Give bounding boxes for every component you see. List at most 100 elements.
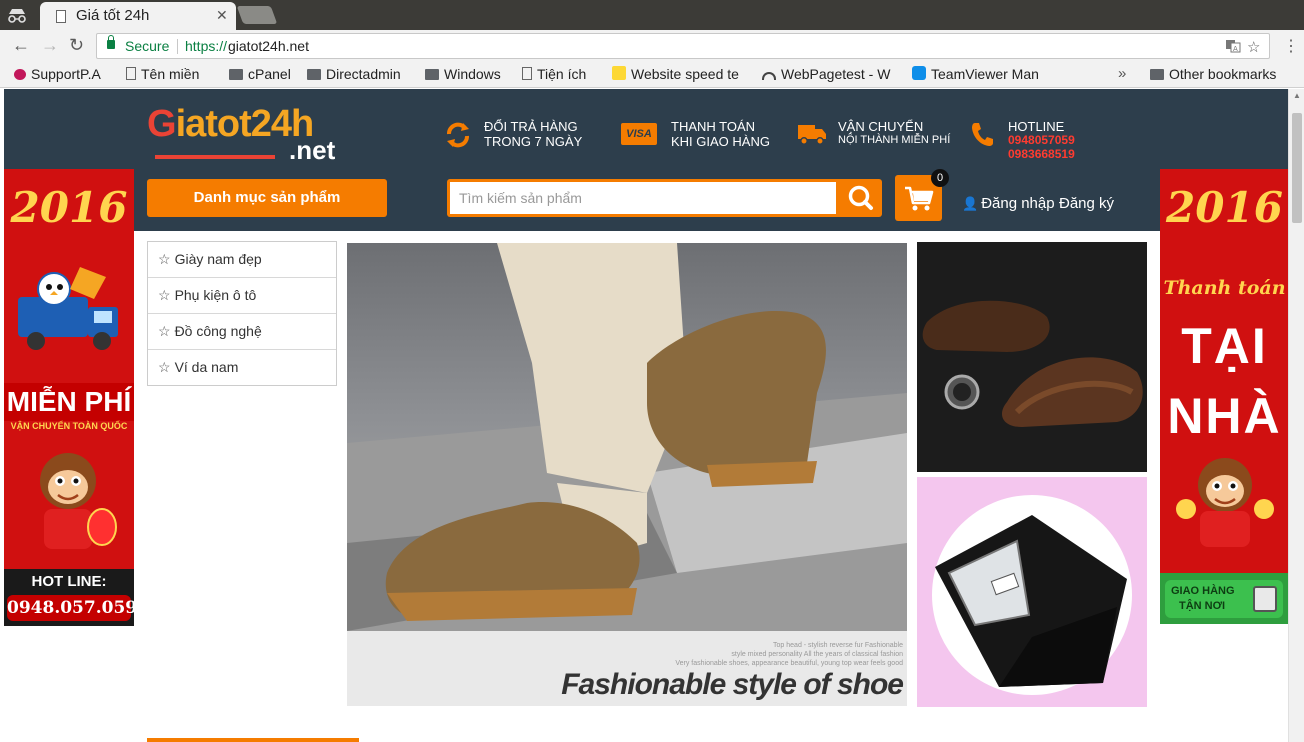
- phone-icon: [970, 121, 1000, 147]
- menu-icon[interactable]: ⋮: [1283, 36, 1299, 56]
- feature-subtitle: TRONG 7 NGÀY: [484, 134, 583, 149]
- feature-hotline: HOTLINE 0948057059 0983668519: [970, 117, 1090, 167]
- cart-button[interactable]: 0: [895, 169, 949, 221]
- feature-title: ĐỔI TRẢ HÀNG: [484, 119, 578, 134]
- search-button[interactable]: [839, 179, 882, 217]
- bookmark-cpanel[interactable]: cPanel: [229, 66, 301, 84]
- visa-card-icon: VISA: [621, 123, 657, 145]
- logo-underline: [155, 155, 275, 159]
- bookmark-directadmin[interactable]: Directadmin: [307, 66, 419, 84]
- bookmark-label: Windows: [444, 66, 501, 82]
- star-icon: ☆: [158, 287, 171, 303]
- tab-active[interactable]: Giá tốt 24h ✕: [40, 2, 236, 30]
- banner-delivery-pill: GIAO HÀNG TẬN NƠI: [1165, 580, 1283, 618]
- reload-icon[interactable]: ↻: [69, 35, 84, 56]
- bookmark-supportpa[interactable]: SupportP.A: [14, 66, 118, 84]
- cart-count-badge: 0: [931, 169, 949, 187]
- hero-text-line: Top head - stylish reverse fur Fashionab…: [773, 642, 903, 649]
- login-label: Đăng nhập: [981, 195, 1055, 212]
- promo-leather-shoes[interactable]: [917, 242, 1147, 472]
- pagespeed-icon: [612, 66, 626, 80]
- web-page: Giatot24h .net ĐỔI TRẢ HÀNG TRONG 7 NGÀY…: [4, 89, 1288, 742]
- bookmark-webpagetest[interactable]: WebPagetest - W: [762, 66, 900, 84]
- star-icon: ☆: [158, 359, 171, 375]
- site-logo[interactable]: Giatot24h .net: [147, 103, 357, 165]
- star-icon: ☆: [158, 323, 171, 339]
- section-accent-bar: [147, 738, 359, 742]
- category-menu-button[interactable]: Danh mục sản phẩm: [147, 179, 387, 217]
- more-bookmarks-chevron[interactable]: »: [1118, 65, 1126, 82]
- promo-leather-wallet[interactable]: [917, 477, 1147, 707]
- doc-icon: [126, 67, 136, 80]
- bookmark-other[interactable]: Other bookmarks: [1150, 66, 1300, 84]
- lock-icon: [107, 35, 115, 49]
- hotline-phone-2[interactable]: 0983668519: [1008, 147, 1075, 161]
- banner-home: NHÀ: [1167, 388, 1282, 444]
- banner-delivery-box: GIAO HÀNG TẬN NƠI: [1160, 573, 1288, 624]
- hero-small-text: Top head - stylish reverse fur Fashionab…: [675, 641, 903, 668]
- feature-subtitle: NỘI THÀNH MIỄN PHÍ: [838, 134, 951, 146]
- close-icon[interactable]: ✕: [216, 7, 228, 24]
- hero-shoe-photo: [347, 243, 907, 631]
- banner-delivery-l1: GIAO HÀNG: [1171, 585, 1235, 597]
- logo-net: .net: [289, 135, 336, 165]
- category-item-do-cong-nghe[interactable]: ☆ Đồ công nghệ: [148, 314, 336, 350]
- left-promo-banner[interactable]: 2016 MIỄN PHÍ VẬN CHUYỂN TOÀN QUỐC HOT L…: [4, 169, 134, 626]
- hero-caption: Fashionable style of shoe: [561, 668, 904, 701]
- url-scheme: https://: [185, 38, 228, 54]
- scroll-up-arrow-icon[interactable]: ▲: [1293, 91, 1301, 100]
- category-label: Phụ kiện ô tô: [174, 287, 257, 303]
- page-scrollbar[interactable]: ▲: [1288, 89, 1304, 742]
- monkey-mascot-icon: [1172, 449, 1278, 549]
- address-bar[interactable]: Secure https:// giatot24h.net A ☆: [96, 33, 1270, 59]
- logo-letter-g: G: [147, 103, 177, 145]
- feature-title: VẬN CHUYỂN: [838, 119, 924, 134]
- site-header: Giatot24h .net ĐỔI TRẢ HÀNG TRONG 7 NGÀY…: [4, 89, 1288, 231]
- star-icon: ☆: [158, 251, 171, 267]
- bookmark-teamviewer[interactable]: TeamViewer Man: [912, 66, 1052, 84]
- category-item-vi-da-nam[interactable]: ☆ Ví da nam: [148, 350, 336, 386]
- truck-icon: [797, 121, 827, 147]
- bookmark-ten-mien[interactable]: Tên miền: [126, 66, 222, 84]
- feature-shipping: VẬN CHUYỂN NỘI THÀNH MIỄN PHÍ: [797, 117, 957, 157]
- bookmark-label: TeamViewer Man: [931, 66, 1039, 82]
- delivery-truck-icon: [14, 263, 124, 355]
- search-input[interactable]: [450, 182, 836, 214]
- translate-icon[interactable]: A: [1225, 38, 1241, 58]
- tab-title: Giá tốt 24h: [76, 7, 150, 24]
- banner-year: 2016: [10, 183, 128, 232]
- banner-hotline-number: 0948.057.059: [7, 595, 134, 621]
- bookmark-windows[interactable]: Windows: [425, 66, 515, 84]
- hero-banner[interactable]: Top head - stylish reverse fur Fashionab…: [347, 243, 907, 706]
- right-promo-banner[interactable]: 2016 Thanh toán TẠI NHÀ GIAO HÀNG TẬN NƠ…: [1160, 169, 1288, 624]
- bookmark-website-speed[interactable]: Website speed te: [612, 66, 752, 84]
- scrollbar-thumb[interactable]: [1292, 113, 1302, 223]
- teamviewer-icon: [912, 66, 926, 80]
- hotline-phone-1[interactable]: 0948057059: [1008, 133, 1075, 147]
- new-tab-button[interactable]: [236, 6, 278, 24]
- feature-title: THANH TOÁN: [671, 119, 756, 134]
- back-arrow-icon[interactable]: ←: [12, 35, 30, 56]
- register-link[interactable]: Đăng ký: [1059, 195, 1114, 212]
- bookmark-label: Other bookmarks: [1169, 66, 1277, 82]
- bookmark-label: cPanel: [248, 66, 291, 82]
- money-icon: [1253, 586, 1277, 612]
- cart-icon: [904, 186, 934, 217]
- folder-icon: [307, 69, 321, 80]
- tab-strip: Giá tốt 24h ✕: [0, 0, 1304, 30]
- star-bookmark-icon[interactable]: ☆: [1247, 38, 1260, 56]
- folder-icon: [1150, 69, 1164, 80]
- hero-text-line: style mixed personality All the years of…: [731, 651, 903, 658]
- banner-free-desc: VẬN CHUYỂN TOÀN QUỐC: [10, 421, 128, 431]
- bookmark-label: WebPagetest - W: [781, 66, 891, 82]
- forward-arrow-icon[interactable]: →: [41, 35, 59, 56]
- bookmark-label: Tiện ích: [537, 66, 587, 82]
- support-icon: [14, 69, 26, 80]
- category-item-phu-kien-oto[interactable]: ☆ Phụ kiện ô tô: [148, 278, 336, 314]
- category-item-giay-nam[interactable]: ☆ Giày nam đẹp: [148, 242, 336, 278]
- banner-hotline-label: HOT LINE:: [31, 573, 107, 590]
- banner-free-label: MIỄN PHÍ: [4, 383, 134, 421]
- category-label: Ví da nam: [174, 359, 239, 375]
- login-link[interactable]: 👤 Đăng nhập: [962, 195, 1055, 212]
- bookmark-tien-ich[interactable]: Tiện ích: [522, 66, 606, 84]
